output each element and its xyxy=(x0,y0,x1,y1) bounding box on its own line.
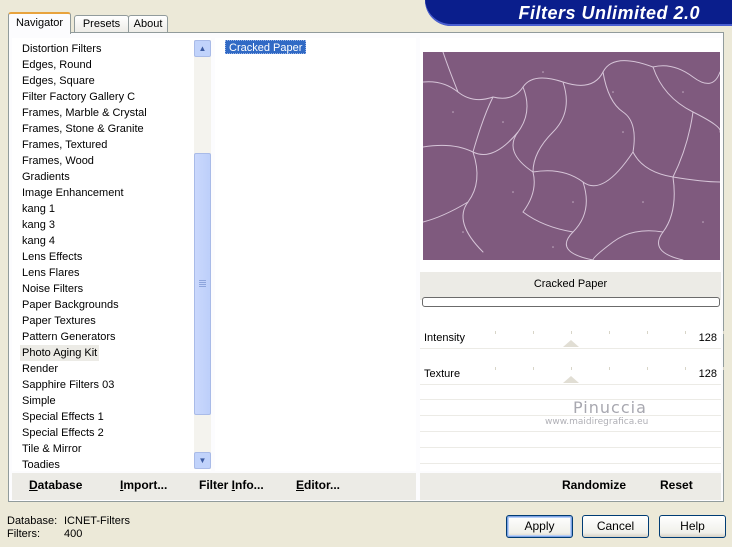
category-item[interactable]: Edges, Square xyxy=(20,73,97,89)
filter-list[interactable]: Cracked Paper xyxy=(215,38,416,471)
scroll-down-button[interactable]: ▼ xyxy=(194,452,211,469)
texture-value: 128 xyxy=(698,368,717,380)
tab-about[interactable]: About xyxy=(128,15,168,33)
preview-pane: Cracked Paper Intensity 128 Texture 128 … xyxy=(420,38,724,471)
category-item[interactable]: Noise Filters xyxy=(20,281,85,297)
scroll-up-button[interactable]: ▲ xyxy=(194,40,211,57)
navigator-panel: Distortion Filters Edges, Round Edges, Squ… xyxy=(8,32,724,502)
tab-presets[interactable]: Presets xyxy=(74,15,129,33)
empty-parameter-row xyxy=(420,449,721,464)
category-item[interactable]: Frames, Marble & Crystal xyxy=(20,105,149,121)
scroll-thumb[interactable] xyxy=(194,153,211,415)
texture-label: Texture xyxy=(424,368,461,380)
category-item[interactable]: Sapphire Filters 03 xyxy=(20,377,116,393)
filters-count-value: 400 xyxy=(64,528,83,540)
empty-parameter-row xyxy=(420,385,721,400)
editor-button[interactable]: Editor... xyxy=(296,478,340,492)
texture-thumb[interactable] xyxy=(563,376,579,383)
cancel-button[interactable]: Cancel xyxy=(582,515,649,538)
randomize-button[interactable]: Randomize xyxy=(562,478,626,492)
category-list[interactable]: Distortion Filters Edges, Round Edges, Squ… xyxy=(12,38,211,471)
category-item[interactable]: kang 1 xyxy=(20,201,57,217)
category-item[interactable]: Tile & Mirror xyxy=(20,441,83,457)
category-item[interactable]: Pattern Generators xyxy=(20,329,118,345)
database-button[interactable]: Database xyxy=(29,478,82,492)
slider-intensity[interactable]: Intensity 128 xyxy=(420,331,724,349)
window-title: Filters Unlimited 2.0 xyxy=(518,3,700,23)
filter-info-button[interactable]: Filter Info... xyxy=(199,478,264,492)
category-item[interactable]: kang 4 xyxy=(20,233,57,249)
empty-parameter-row xyxy=(420,433,721,448)
intensity-value: 128 xyxy=(698,332,717,344)
apply-button[interactable]: Apply xyxy=(506,515,573,538)
category-item[interactable]: Filter Factory Gallery C xyxy=(20,89,137,105)
category-item[interactable]: Render xyxy=(20,361,60,377)
category-item[interactable]: Frames, Wood xyxy=(20,153,96,169)
category-item[interactable]: Frames, Stone & Granite xyxy=(20,121,146,137)
category-item[interactable]: Gradients xyxy=(20,169,72,185)
category-scrollbar[interactable]: ▲ ▼ xyxy=(194,40,211,469)
category-item[interactable]: Toadies xyxy=(20,457,62,473)
import-button[interactable]: Import... xyxy=(120,478,167,492)
database-info-value: ICNET-Filters xyxy=(64,515,130,527)
category-item[interactable]: Image Enhancement xyxy=(20,185,126,201)
watermark-url: www.maidiregrafica.eu xyxy=(545,417,649,427)
reset-button[interactable]: Reset xyxy=(660,478,693,492)
category-item[interactable]: Lens Effects xyxy=(20,249,84,265)
help-button[interactable]: Help xyxy=(659,515,726,538)
filter-item-cracked-paper[interactable]: Cracked Paper xyxy=(225,40,307,54)
preview-image xyxy=(423,52,720,260)
slider-texture[interactable]: Texture 128 xyxy=(420,367,724,385)
category-item[interactable]: Paper Backgrounds xyxy=(20,297,121,313)
category-item[interactable]: Paper Textures xyxy=(20,313,98,329)
watermark-name: Pinuccia xyxy=(573,398,647,417)
list-toolbar: Database Import... Filter Info... Editor… xyxy=(12,473,416,500)
category-item[interactable]: Frames, Textured xyxy=(20,137,109,153)
category-item[interactable]: Special Effects 1 xyxy=(20,409,106,425)
category-item[interactable]: Special Effects 2 xyxy=(20,425,106,441)
intensity-label: Intensity xyxy=(424,332,465,344)
category-item[interactable]: kang 3 xyxy=(20,217,57,233)
category-item[interactable]: Simple xyxy=(20,393,58,409)
filters-count-label: Filters: xyxy=(7,528,40,540)
title-banner: Filters Unlimited 2.0 xyxy=(425,0,732,26)
category-item[interactable]: Distortion Filters xyxy=(20,41,103,57)
category-item[interactable]: Lens Flares xyxy=(20,265,81,281)
database-info-label: Database: xyxy=(7,515,58,527)
empty-parameter-row xyxy=(420,401,721,416)
tab-navigator[interactable]: Navigator xyxy=(8,12,71,34)
category-item[interactable]: Edges, Round xyxy=(20,57,94,73)
parameter-toolbar: Randomize Reset xyxy=(420,473,721,500)
intensity-thumb[interactable] xyxy=(563,340,579,347)
progress-bar xyxy=(422,297,720,307)
current-filter-name: Cracked Paper xyxy=(420,272,721,300)
category-item[interactable]: Photo Aging Kit xyxy=(20,345,100,361)
